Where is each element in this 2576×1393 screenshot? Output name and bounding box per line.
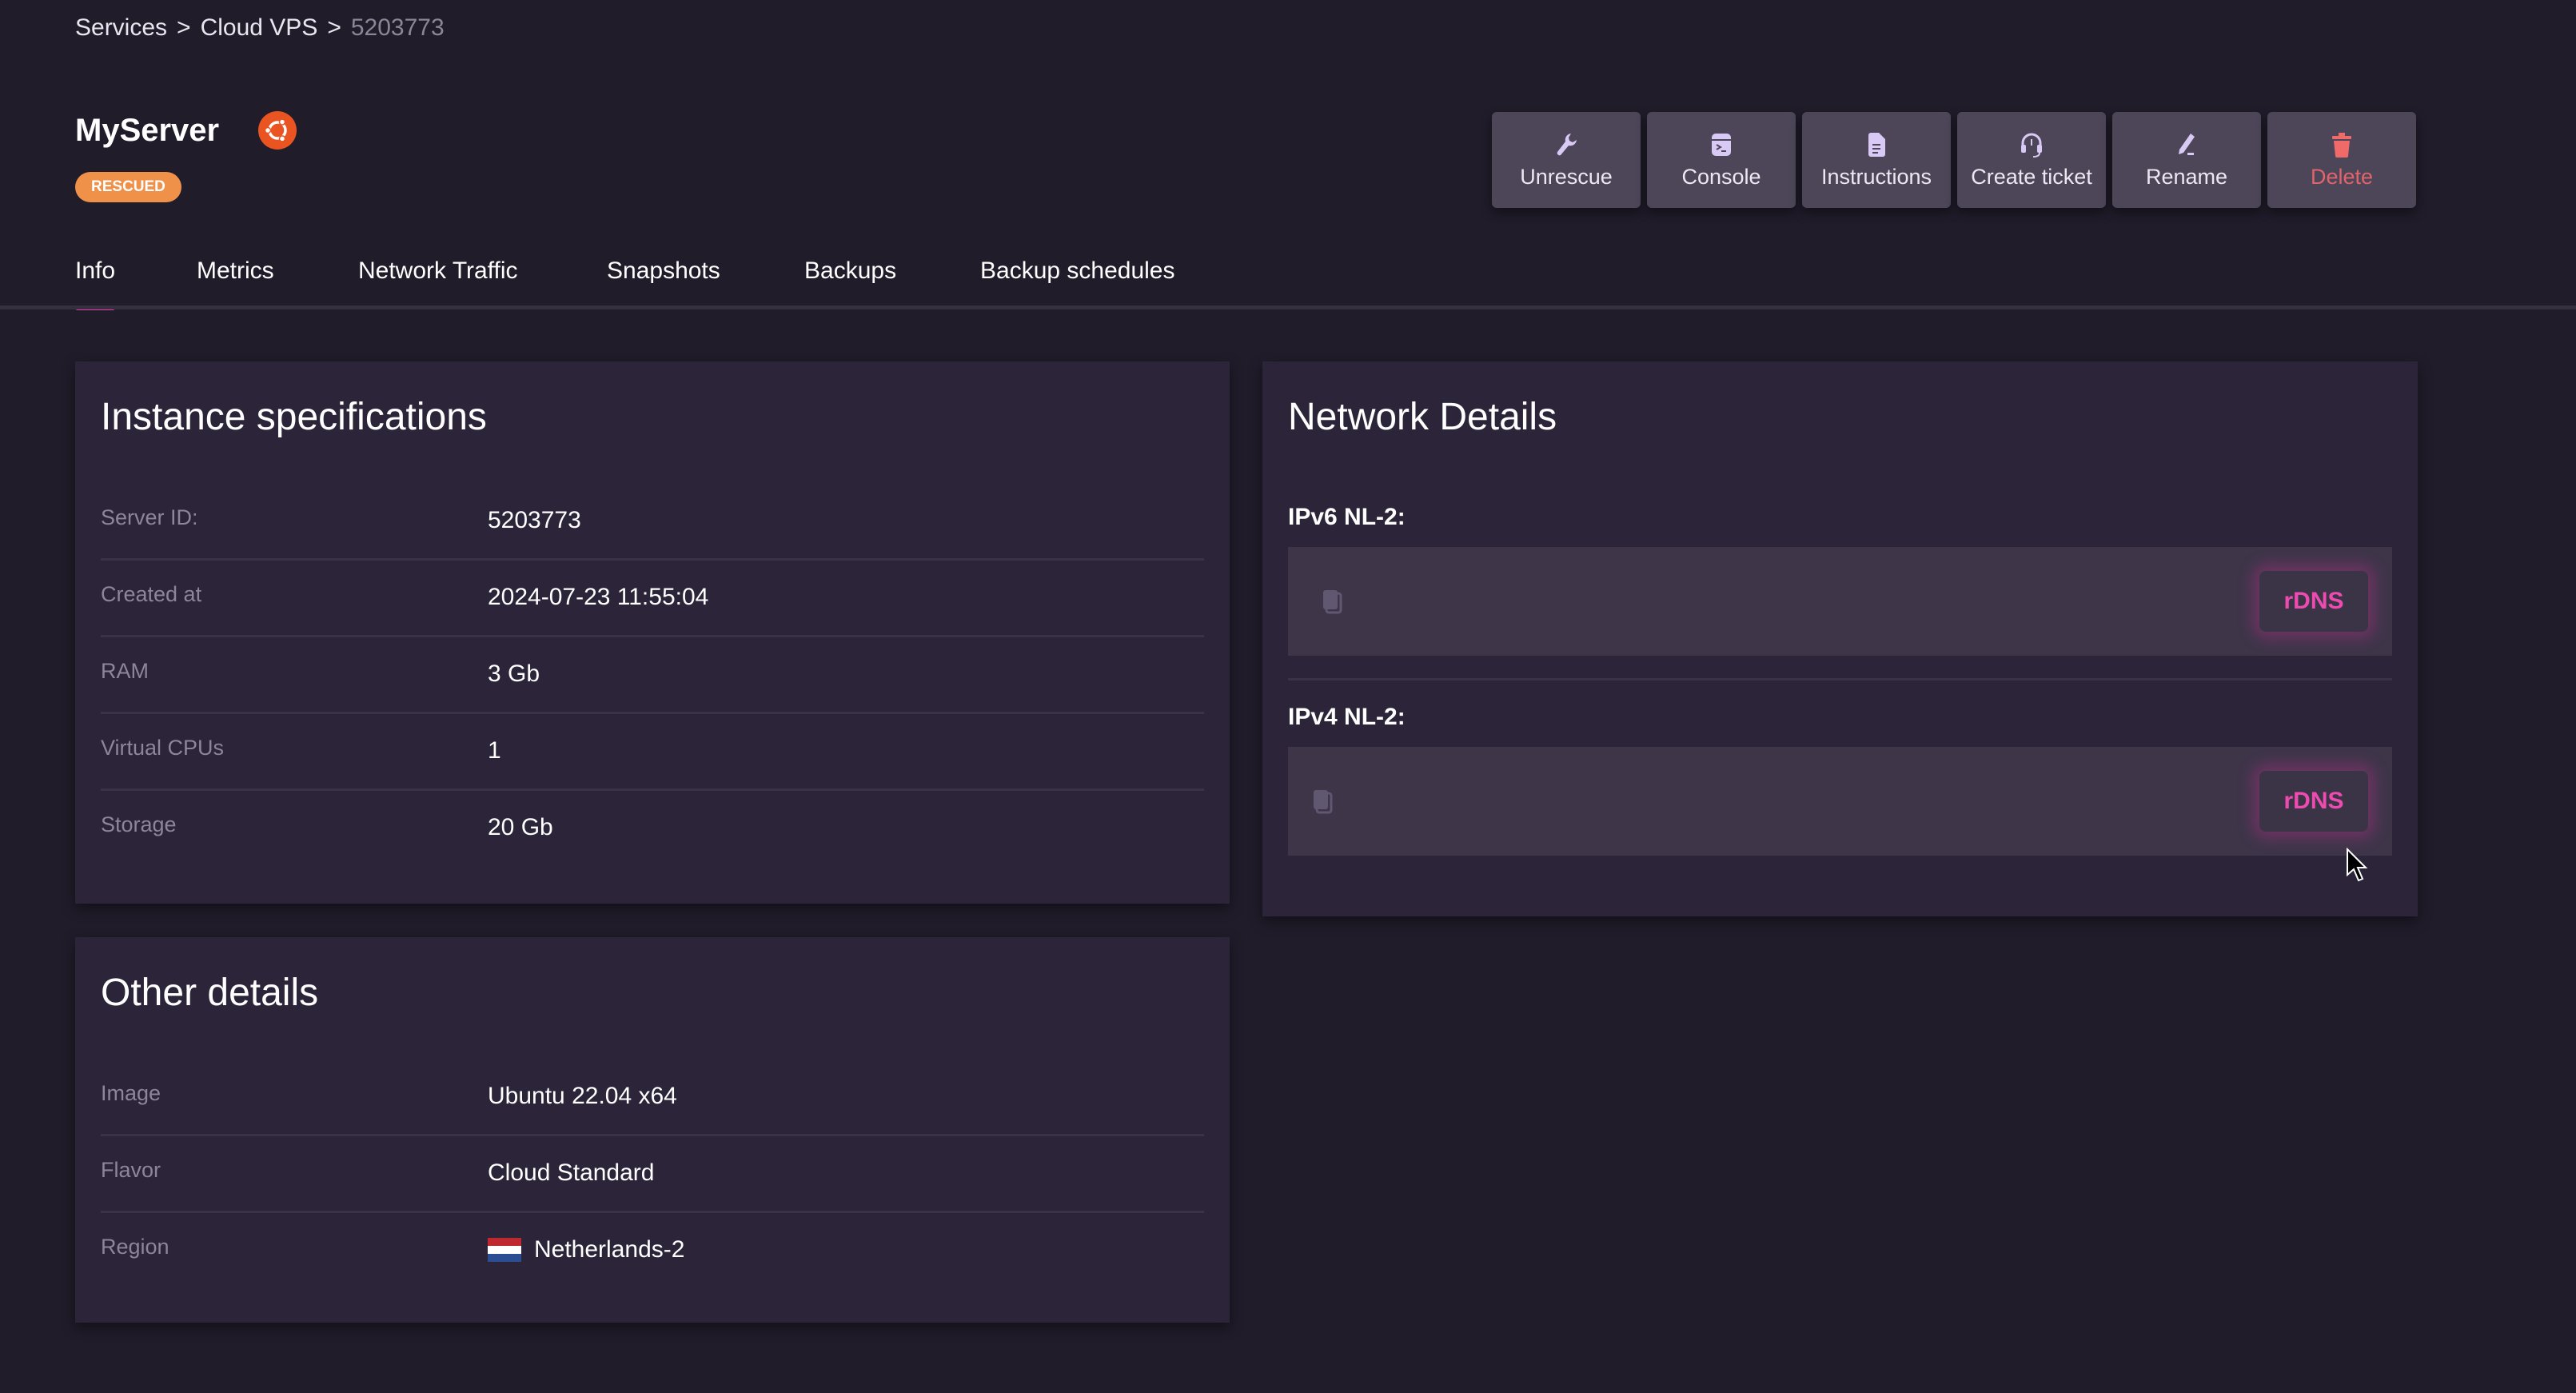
spec-row-storage: Storage 20 Gb <box>101 788 1204 865</box>
console-label: Console <box>1681 164 1761 189</box>
tab-label: Backups <box>804 257 897 284</box>
ipv6-label: IPv6 NL-2: <box>1288 504 1406 530</box>
tab-backup-schedules[interactable]: Backup schedules <box>980 257 1175 285</box>
rename-label: Rename <box>2145 164 2228 189</box>
console-icon <box>1712 133 1731 156</box>
tab-label: Snapshots <box>607 257 720 284</box>
other-details-title: Other details <box>101 972 319 1014</box>
unrescue-label: Unrescue <box>1520 164 1613 189</box>
detail-label: Flavor <box>101 1158 161 1182</box>
breadcrumb-separator: > <box>327 14 341 41</box>
spec-value: 20 Gb <box>488 814 553 840</box>
breadcrumb-separator: > <box>177 14 191 41</box>
detail-row-flavor: Flavor Cloud Standard <box>101 1134 1204 1213</box>
ipv4-rdns-button[interactable]: rDNS <box>2259 771 2368 832</box>
tab-backups[interactable]: Backups <box>804 257 896 285</box>
tab-divider <box>0 305 2576 309</box>
copy-icon[interactable] <box>1318 587 1347 616</box>
create-ticket-button[interactable]: Create ticket <box>1957 112 2106 208</box>
detail-label: Region <box>101 1235 169 1259</box>
tab-label: Metrics <box>197 257 274 284</box>
breadcrumb-services[interactable]: Services <box>75 14 167 41</box>
spec-row-server-id: Server ID: 5203773 <box>101 481 1204 561</box>
delete-label: Delete <box>2310 164 2374 189</box>
detail-label: Image <box>101 1081 161 1105</box>
detail-value: Netherlands-2 <box>488 1236 684 1263</box>
spec-label: Virtual CPUs <box>101 736 225 760</box>
other-details-card: Other details Image Ubuntu 22.04 x64 Fla… <box>75 937 1230 1323</box>
ipv4-label: IPv4 NL-2: <box>1288 704 1406 730</box>
network-details-title: Network Details <box>1288 396 1557 438</box>
instructions-button[interactable]: Instructions <box>1802 112 1951 208</box>
spec-label: Storage <box>101 812 177 836</box>
document-icon <box>1868 132 1885 157</box>
status-badge: RESCUED <box>75 172 181 202</box>
network-details-card: Network Details IPv6 NL-2: rDNS IPv4 NL-… <box>1262 361 2418 916</box>
spec-row-vcpus: Virtual CPUs 1 <box>101 712 1204 791</box>
spec-row-created-at: Created at 2024-07-23 11:55:04 <box>101 558 1204 637</box>
unrescue-button[interactable]: Unrescue <box>1492 112 1641 208</box>
spec-value: 5203773 <box>488 507 581 533</box>
spec-label: Created at <box>101 582 202 606</box>
page-header: MyServer <box>75 110 297 150</box>
detail-row-image: Image Ubuntu 22.04 x64 <box>101 1057 1204 1136</box>
tab-label: Info <box>75 257 116 284</box>
breadcrumb-cloud-vps[interactable]: Cloud VPS <box>201 14 318 41</box>
tab-label: Backup schedules <box>980 257 1175 284</box>
breadcrumb-current: 5203773 <box>350 14 445 41</box>
breadcrumb: Services > Cloud VPS >5203773 <box>75 14 445 42</box>
instance-specs-title: Instance specifications <box>101 396 487 438</box>
delete-button[interactable]: Delete <box>2267 112 2416 208</box>
tab-snapshots[interactable]: Snapshots <box>607 257 720 285</box>
headset-icon <box>2021 133 2042 158</box>
netherlands-flag-icon <box>488 1238 521 1262</box>
spec-value: 3 Gb <box>488 661 540 687</box>
action-toolbar: Unrescue Console Instructions Create tic… <box>1492 112 2416 208</box>
rename-button[interactable]: Rename <box>2112 112 2261 208</box>
spec-label: Server ID: <box>101 505 198 529</box>
detail-value: Cloud Standard <box>488 1160 655 1186</box>
detail-row-region: Region Netherlands-2 <box>101 1211 1204 1287</box>
ipv4-address-field: rDNS <box>1288 747 2392 856</box>
spec-value: 1 <box>488 737 501 764</box>
instance-specs-card: Instance specifications Server ID: 52037… <box>75 361 1230 904</box>
network-divider <box>1288 678 2392 681</box>
console-button[interactable]: Console <box>1647 112 1796 208</box>
pen-icon <box>2179 133 2195 155</box>
spec-value: 2024-07-23 11:55:04 <box>488 584 709 610</box>
create-ticket-label: Create ticket <box>1971 164 2092 189</box>
ipv6-address-field: rDNS <box>1288 547 2392 656</box>
tab-bar: Info Metrics Network Traffic Snapshots B… <box>0 240 2576 310</box>
tab-label: Network Traffic <box>358 257 518 284</box>
spec-row-ram: RAM 3 Gb <box>101 635 1204 714</box>
tab-network-traffic[interactable]: Network Traffic <box>358 257 518 285</box>
region-name: Netherlands-2 <box>534 1236 685 1263</box>
trash-icon <box>2332 132 2351 158</box>
page-title: MyServer <box>75 112 220 148</box>
spec-label: RAM <box>101 659 149 683</box>
ipv6-rdns-button[interactable]: rDNS <box>2259 571 2368 632</box>
wrench-icon <box>1557 133 1577 155</box>
tab-metrics[interactable]: Metrics <box>197 257 274 285</box>
detail-value: Ubuntu 22.04 x64 <box>488 1083 677 1109</box>
instructions-label: Instructions <box>1820 164 1932 189</box>
ubuntu-logo-icon <box>258 111 297 150</box>
mouse-cursor-icon <box>2347 848 2368 882</box>
copy-icon[interactable] <box>1309 787 1338 816</box>
tab-info[interactable]: Info <box>75 257 116 310</box>
